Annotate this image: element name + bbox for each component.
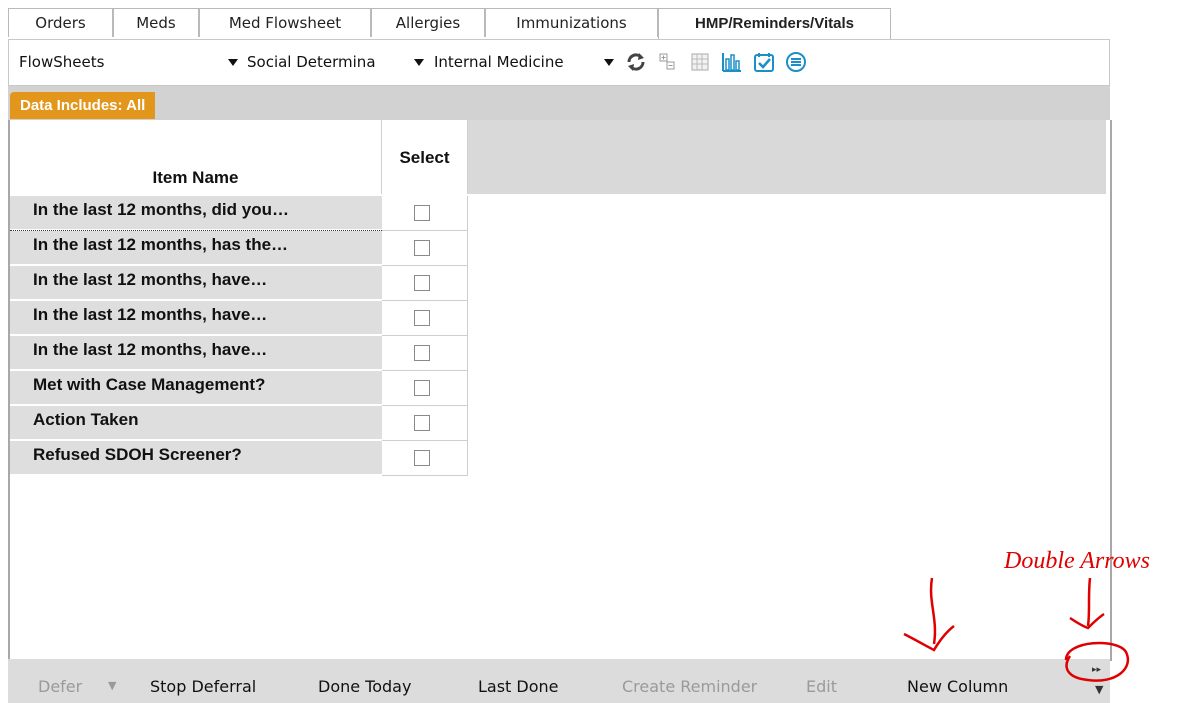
arrow-head bbox=[903, 625, 955, 652]
arrow-new-column bbox=[929, 577, 937, 645]
annotation-marks bbox=[903, 577, 1129, 682]
arrow-double-arrows bbox=[1086, 577, 1092, 627]
arrow-head bbox=[1069, 612, 1105, 630]
circle-annotation bbox=[1064, 641, 1129, 682]
